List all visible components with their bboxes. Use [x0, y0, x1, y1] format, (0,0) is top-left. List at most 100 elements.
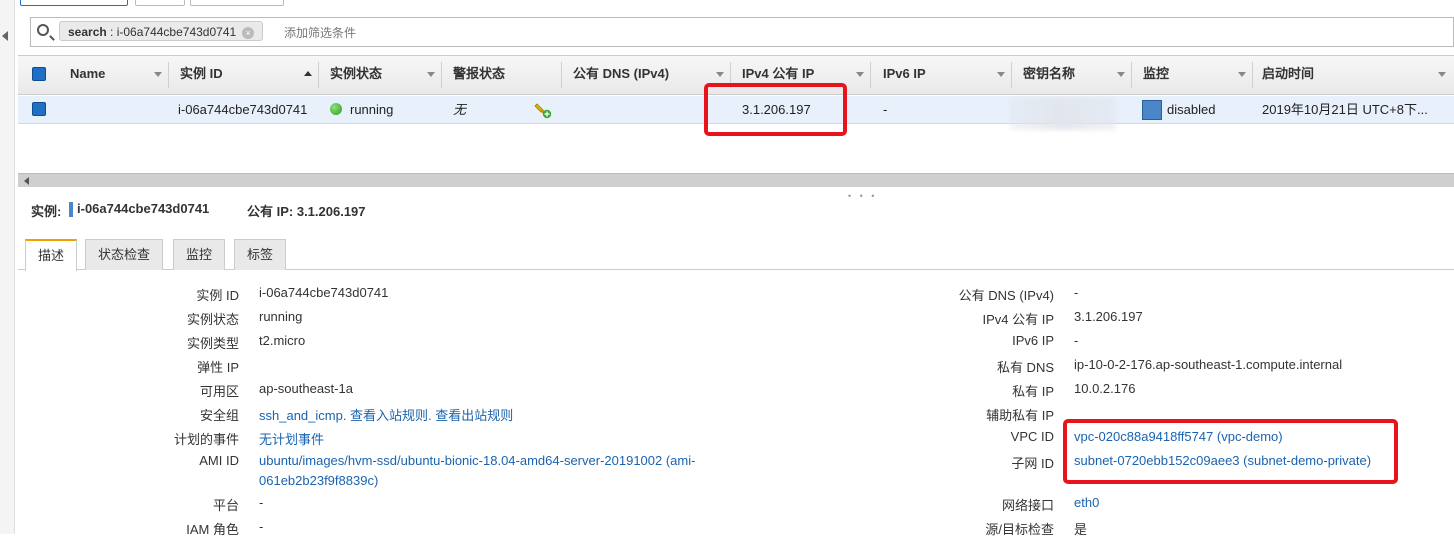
sort-icon[interactable]	[1238, 72, 1246, 77]
detail-key: 子网 ID	[1011, 456, 1054, 471]
row-checkbox[interactable]	[32, 102, 46, 116]
search-input[interactable]: 添加筛选条件	[284, 24, 356, 41]
column-divider[interactable]	[1011, 62, 1012, 88]
sort-icon[interactable]	[154, 72, 162, 77]
state-text: running	[350, 102, 394, 117]
ami-id-link-continued[interactable]: 061eb2b23f9f8839c)	[259, 473, 378, 488]
tab-description[interactable]: 描述	[25, 239, 78, 271]
column-header-launch-time[interactable]: 启动时间	[1262, 55, 1314, 95]
detail-value: 10.0.2.176	[1074, 381, 1136, 396]
detail-key: 源/目标检查	[985, 522, 1054, 537]
sort-icon[interactable]	[427, 72, 435, 77]
detail-key: 公有 DNS (IPv4)	[958, 288, 1054, 303]
detail-key: 弹性 IP	[197, 360, 239, 375]
view-outbound-rules-link[interactable]: . 查看出站规则	[428, 408, 513, 423]
cell-instance-id: i-06a744cbe743d0741	[178, 102, 308, 117]
detail-key: 私有 DNS	[996, 360, 1054, 375]
instance-color-marker	[69, 202, 73, 217]
detail-value: -	[1074, 333, 1079, 348]
column-header-public-dns[interactable]: 公有 DNS (IPv4)	[573, 55, 669, 95]
sort-icon[interactable]	[1117, 72, 1125, 77]
horizontal-scrollbar[interactable]	[18, 173, 1454, 187]
security-group-links: ssh_and_icmp. 查看入站规则. 查看出站规则	[259, 405, 513, 424]
detail-instance-id: i-06a744cbe743d0741	[77, 201, 210, 216]
scroll-left-icon[interactable]	[24, 177, 29, 185]
token-key: search	[68, 25, 107, 39]
detail-value: -	[1074, 285, 1079, 300]
column-header-instance-state[interactable]: 实例状态	[330, 55, 382, 95]
detail-key: IPv4 公有 IP	[982, 312, 1054, 327]
detail-key: 安全组	[199, 408, 239, 423]
detail-key: IPv6 IP	[1012, 333, 1054, 348]
detail-value: ip-10-0-2-176.ap-southeast-1.compute.int…	[1074, 357, 1343, 372]
cell-instance-state: running	[330, 96, 393, 124]
column-divider[interactable]	[318, 62, 319, 88]
monitoring-icon	[1142, 100, 1162, 120]
cell-ipv6: -	[883, 102, 888, 117]
column-divider[interactable]	[441, 62, 442, 88]
detail-public-ip: 公有 IP: 3.1.206.197	[247, 204, 366, 219]
collapse-left-icon[interactable]	[2, 31, 8, 41]
sort-icon[interactable]	[716, 72, 724, 77]
select-all-checkbox[interactable]	[32, 67, 46, 81]
column-header-monitoring[interactable]: 监控	[1143, 55, 1169, 95]
detail-key: 私有 IP	[1012, 384, 1054, 399]
toolbar-button[interactable]	[20, 0, 128, 6]
detail-key: 实例状态	[186, 312, 239, 327]
tab-status-checks[interactable]: 状态检查	[85, 239, 164, 270]
search-icon	[37, 24, 49, 36]
sort-icon[interactable]	[1438, 72, 1446, 77]
cell-monitoring: disabled	[1167, 102, 1216, 117]
cell-launch-time: 2019年10月21日 UTC+8下...	[1262, 102, 1428, 117]
detail-value: t2.micro	[259, 333, 306, 348]
detail-key: 实例类型	[186, 336, 239, 351]
token-value: i-06a744cbe743d0741	[116, 25, 237, 39]
sort-icon[interactable]	[856, 72, 864, 77]
security-group-link[interactable]: ssh_and_icmp	[259, 408, 343, 423]
resize-handle-icon[interactable]: • • •	[848, 191, 877, 201]
running-status-icon	[330, 103, 342, 115]
column-divider[interactable]	[870, 62, 871, 88]
add-alarm-icon[interactable]	[534, 101, 552, 122]
detail-key: 辅助私有 IP	[986, 408, 1054, 423]
column-divider[interactable]	[1252, 62, 1253, 88]
column-header-ipv6[interactable]: IPv6 IP	[883, 55, 926, 95]
ami-id-link[interactable]: ubuntu/images/hvm-ssd/ubuntu-bionic-18.0…	[259, 453, 695, 468]
highlight-box-vpc-subnet	[1063, 419, 1398, 484]
detail-key: 可用区	[199, 384, 239, 399]
tab-monitoring[interactable]: 监控	[173, 239, 226, 270]
column-divider[interactable]	[1131, 62, 1132, 88]
close-icon[interactable]: ×	[242, 26, 255, 39]
tab-tags[interactable]: 标签	[234, 239, 287, 270]
column-header-key-name[interactable]: 密钥名称	[1023, 55, 1075, 95]
search-filter-token[interactable]: search : i-06a744cbe743d0741 ×	[59, 21, 264, 41]
detail-key: VPC ID	[1010, 429, 1054, 444]
column-header-name[interactable]: Name	[70, 55, 105, 95]
detail-key: 平台	[212, 498, 239, 513]
column-header-instance-id[interactable]: 实例 ID	[180, 55, 223, 95]
toolbar-button[interactable]	[190, 0, 284, 6]
detail-value: 3.1.206.197	[1074, 309, 1143, 324]
left-panel-gutter	[0, 0, 15, 534]
detail-value: ap-southeast-1a	[259, 381, 353, 396]
network-interface-link[interactable]: eth0	[1074, 495, 1099, 510]
sort-icon[interactable]	[997, 72, 1005, 77]
sort-ascending-icon[interactable]	[304, 71, 312, 76]
detail-key: 实例 ID	[196, 288, 239, 303]
detail-value: -	[259, 519, 264, 534]
detail-value: -	[259, 495, 264, 510]
column-header-alarm-status[interactable]: 警报状态	[453, 55, 505, 95]
scheduled-events-link[interactable]: 无计划事件	[259, 429, 324, 448]
detail-value: running	[259, 309, 303, 324]
view-inbound-rules-link[interactable]: . 查看入站规则	[343, 408, 428, 423]
cell-alarm-status: 无	[453, 102, 467, 117]
detail-value: i-06a744cbe743d0741	[259, 285, 389, 300]
toolbar-button[interactable]	[135, 0, 185, 6]
detail-instance-label: 实例:	[31, 204, 62, 219]
detail-value: 是	[1074, 522, 1088, 537]
detail-key: AMI ID	[199, 453, 239, 468]
redacted-key-name	[1010, 98, 1116, 130]
column-divider[interactable]	[561, 62, 562, 88]
detail-key: 网络接口	[1001, 498, 1054, 513]
column-divider[interactable]	[168, 62, 169, 88]
